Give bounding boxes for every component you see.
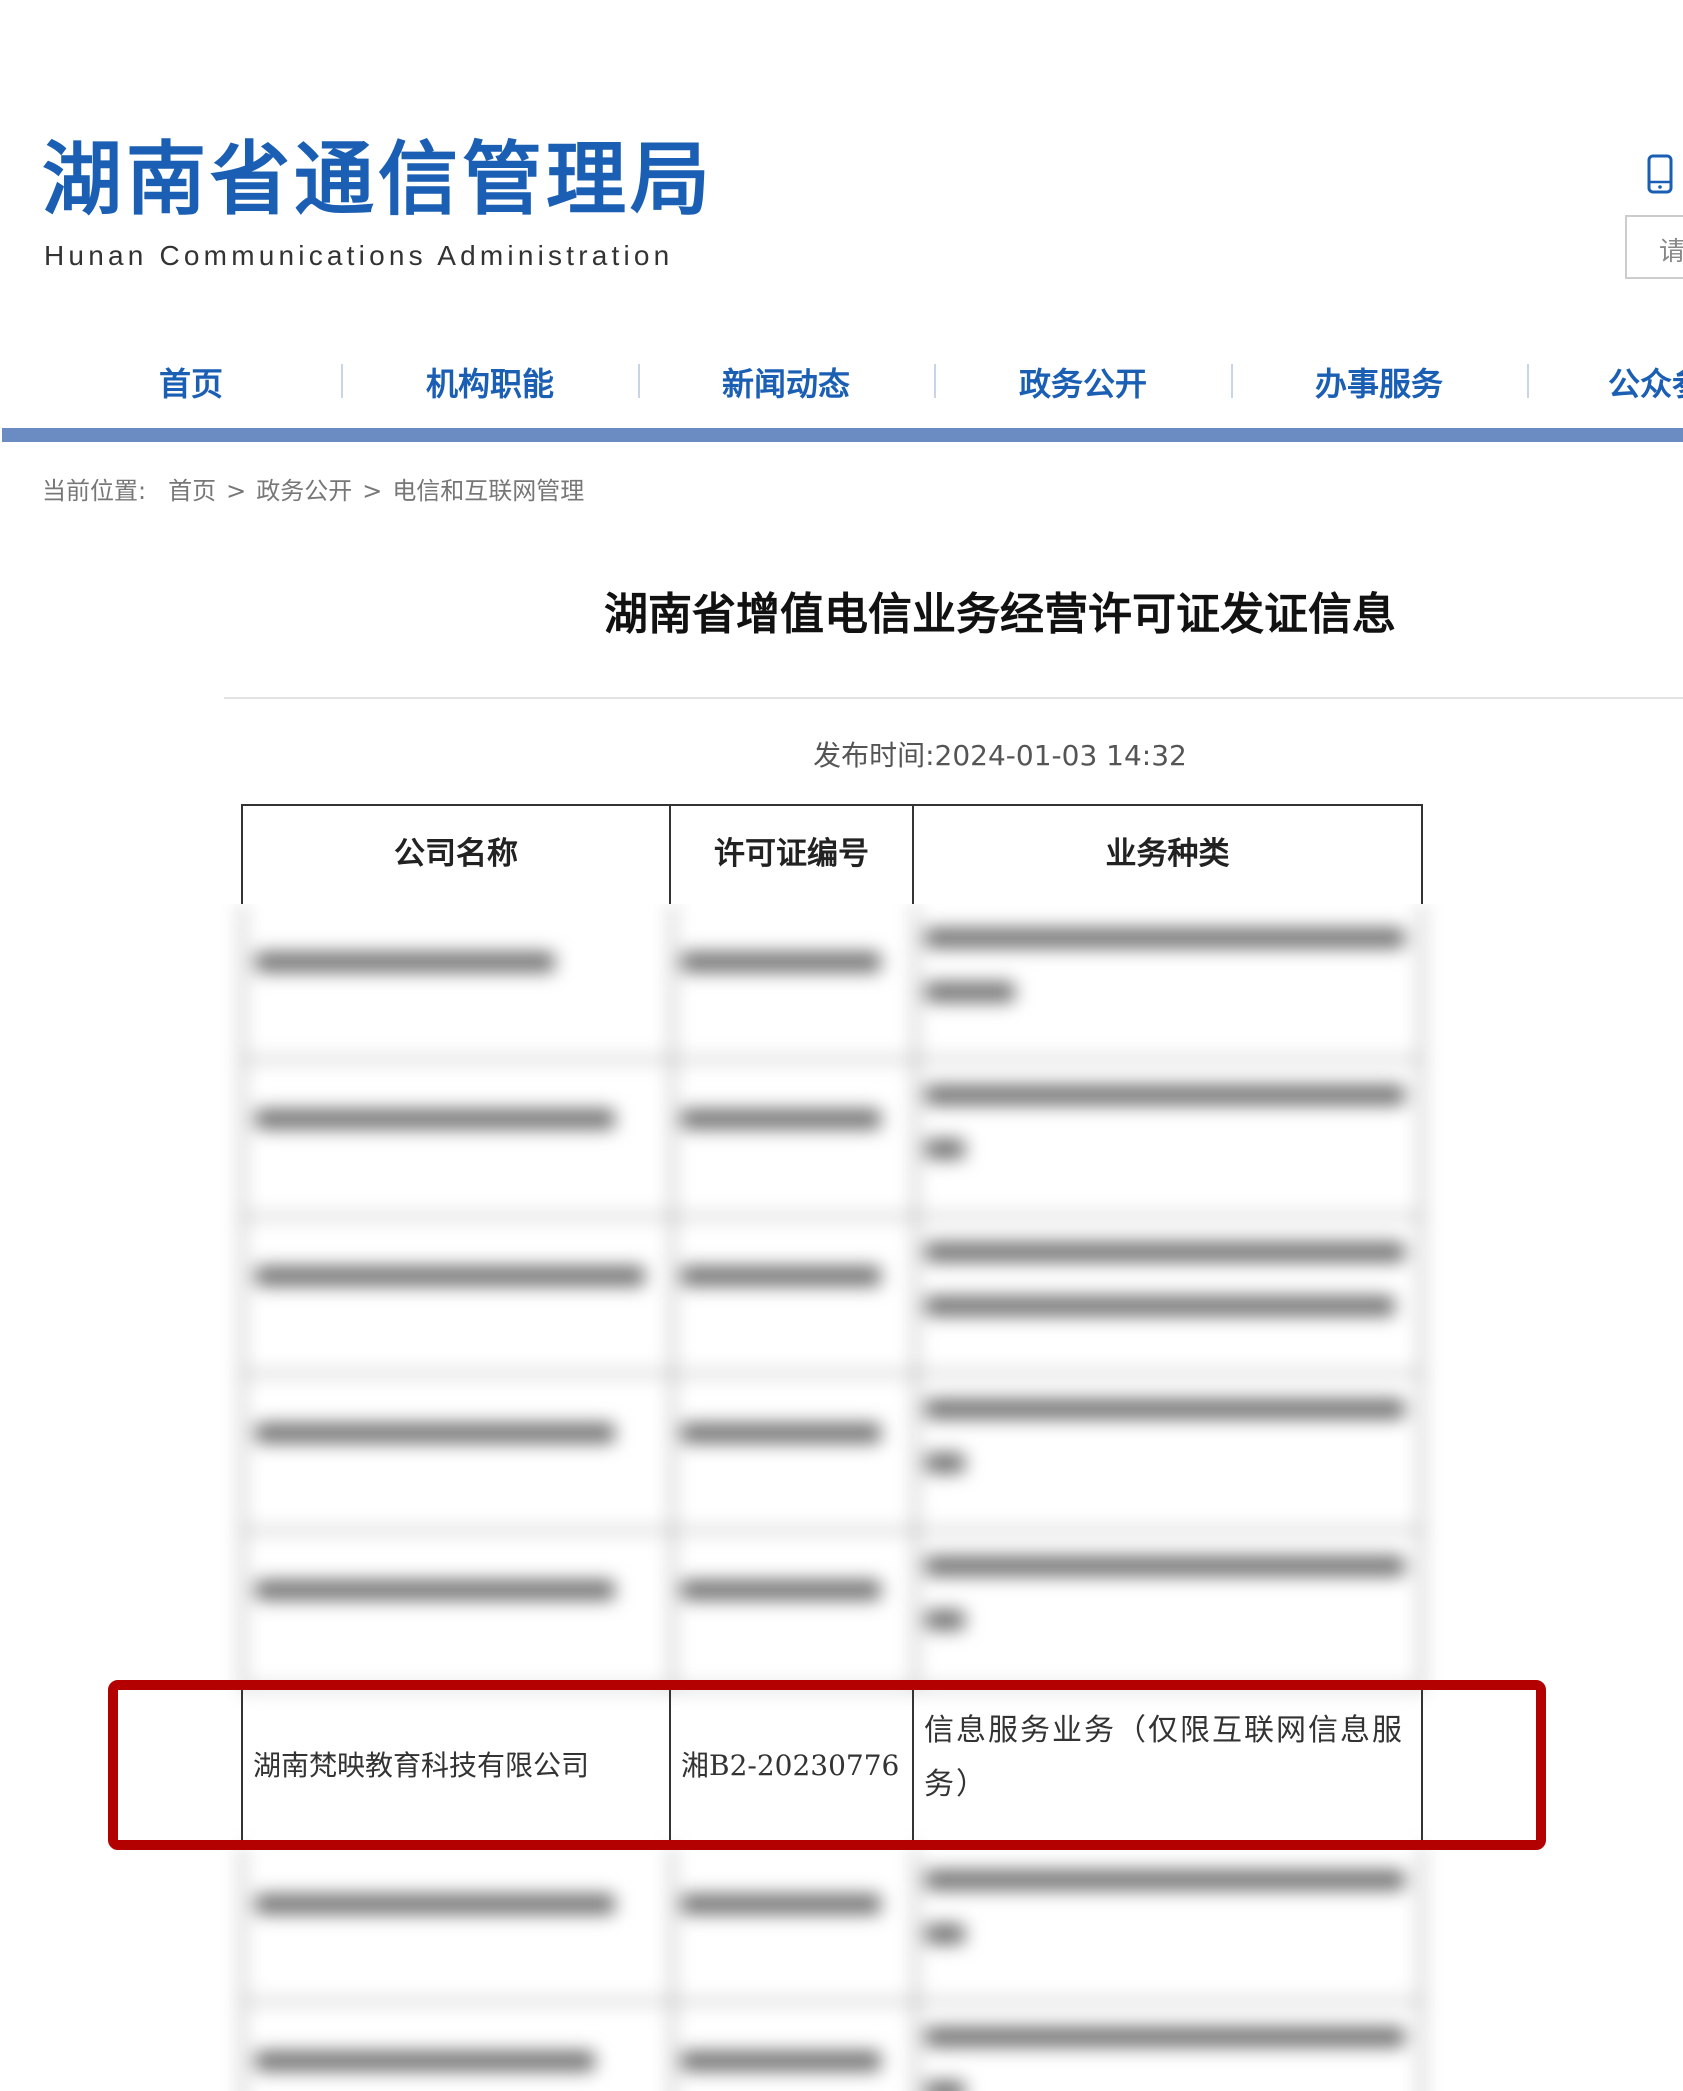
column-header-license-number: 许可证编号 [671, 804, 914, 904]
breadcrumb-separator: > [226, 477, 247, 505]
publish-label: 发布时间: [813, 739, 935, 772]
nav-separator [638, 364, 640, 398]
redacted-table-row [241, 904, 1423, 1061]
publish-info: 发布时间:2024-01-03 14:32 [700, 734, 1300, 774]
nav-item-government-affairs[interactable]: 政务公开 [1003, 362, 1163, 406]
nav-item-organization[interactable]: 机构职能 [410, 362, 570, 406]
site-logo-title[interactable]: 湖南省通信管理局 [42, 140, 714, 220]
breadcrumb-item-telecom-management[interactable]: 电信和互联网管理 [392, 474, 584, 508]
redacted-table-row [241, 1846, 1423, 2003]
redacted-table-row [241, 2003, 1423, 2091]
search-input[interactable]: 请 [1625, 215, 1683, 279]
redacted-table-row [241, 1532, 1423, 1689]
breadcrumb-separator: > [362, 477, 383, 505]
column-header-company: 公司名称 [241, 804, 671, 904]
breadcrumb-item-home[interactable]: 首页 [168, 474, 216, 508]
nav-separator [934, 364, 936, 398]
breadcrumb-item-government-affairs[interactable]: 政务公开 [256, 474, 352, 508]
nav-separator [1231, 364, 1233, 398]
cell-license-number: 湘B2-20230776 [671, 1688, 914, 1845]
nav-item-home[interactable]: 首页 [146, 362, 236, 406]
redacted-table-row [241, 1218, 1423, 1375]
cell-company-name: 湖南梵映教育科技有限公司 [241, 1688, 671, 1845]
publish-time: 2024-01-03 14:32 [934, 739, 1187, 772]
table-row-highlighted: 湖南梵映教育科技有限公司 湘B2-20230776 信息服务业务（仅限互联网信息… [241, 1688, 1423, 1845]
nav-underline-bar [2, 428, 1683, 442]
column-header-business-type: 业务种类 [914, 804, 1423, 904]
mobile-phone-icon[interactable] [1646, 154, 1674, 194]
redacted-rows [221, 904, 1451, 2091]
redacted-table-row [241, 1061, 1423, 1218]
nav-separator [1527, 364, 1529, 398]
breadcrumb: 当前位置: 首页 > 政务公开 > 电信和互联网管理 [42, 474, 584, 508]
nav-item-news[interactable]: 新闻动态 [706, 362, 866, 406]
cell-business-type: 信息服务业务（仅限互联网信息服务） [914, 1688, 1423, 1845]
article-title: 湖南省增值电信业务经营许可证发证信息 [604, 589, 1396, 640]
nav-item-public-participation[interactable]: 公众参与 [1608, 362, 1683, 406]
nav-item-services[interactable]: 办事服务 [1299, 362, 1459, 406]
redacted-table-row [241, 1375, 1423, 1532]
nav-separator [341, 364, 343, 398]
title-divider [224, 697, 1683, 699]
page: 湖南省通信管理局 Hunan Communications Administra… [0, 0, 1683, 2091]
table-header-row: 公司名称 许可证编号 业务种类 [241, 804, 1423, 904]
site-logo-subtitle: Hunan Communications Administration [44, 240, 674, 271]
breadcrumb-prefix: 当前位置: [42, 477, 147, 505]
